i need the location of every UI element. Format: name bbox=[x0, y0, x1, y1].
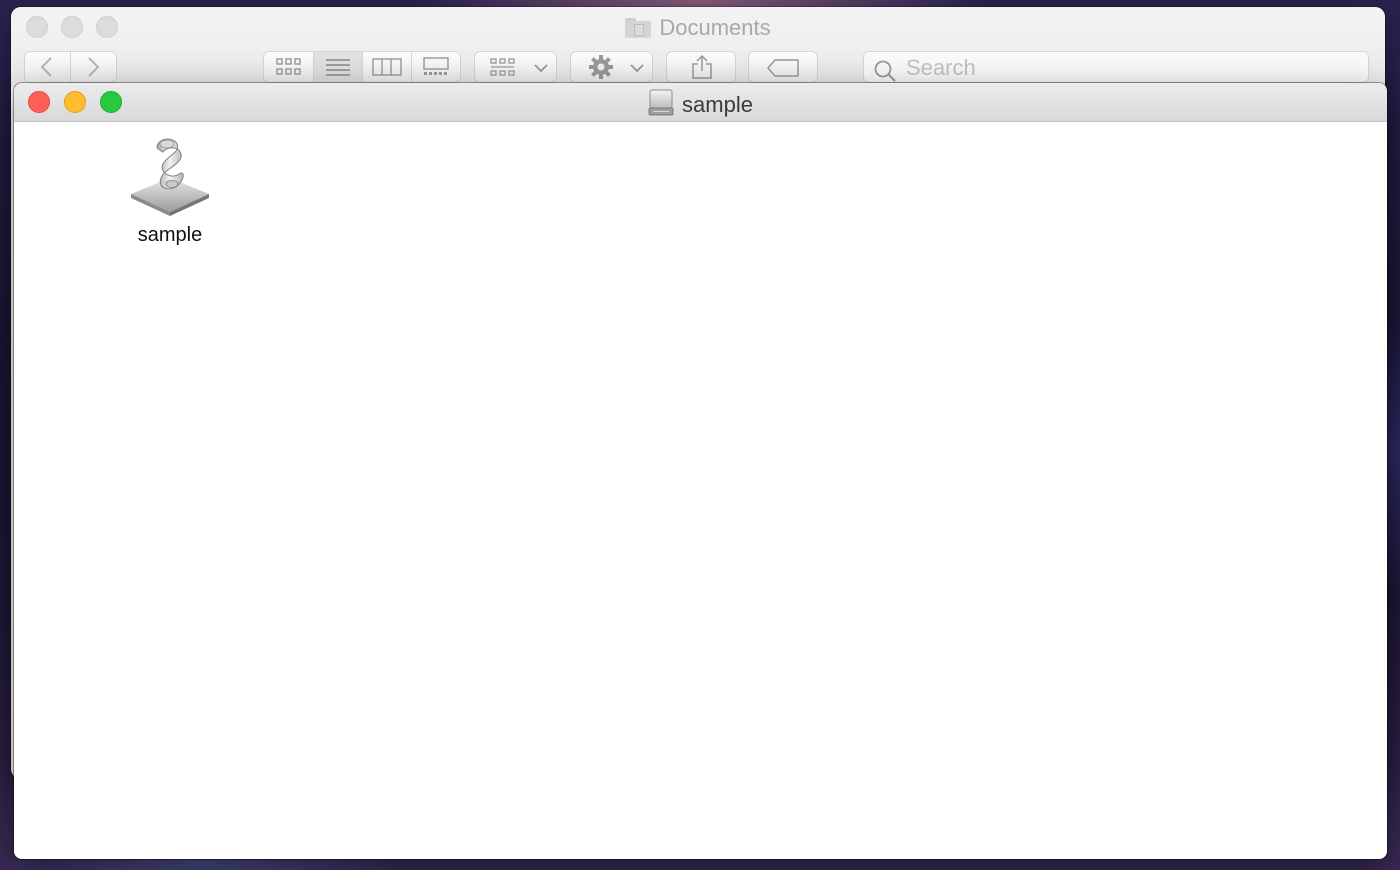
documents-title-text: Documents bbox=[659, 15, 771, 40]
list-view-button[interactable] bbox=[314, 52, 363, 82]
chevron-down-icon bbox=[534, 64, 548, 73]
gear-icon bbox=[589, 55, 613, 79]
search-field[interactable] bbox=[863, 51, 1369, 83]
chevron-down-icon bbox=[630, 64, 644, 73]
file-item[interactable]: sample bbox=[120, 134, 220, 247]
icon-view-button[interactable] bbox=[264, 52, 314, 82]
documents-titlebar: Documents bbox=[11, 7, 1385, 87]
list-lines-icon bbox=[326, 59, 350, 76]
column-view-button[interactable] bbox=[363, 52, 412, 82]
back-forward-buttons bbox=[24, 51, 117, 83]
columns-icon bbox=[372, 58, 402, 76]
search-input[interactable] bbox=[904, 55, 1348, 81]
forward-button[interactable] bbox=[71, 52, 116, 82]
sample-title: sample bbox=[14, 89, 1387, 118]
folder-icon bbox=[625, 18, 652, 38]
file-item-label: sample bbox=[137, 224, 203, 246]
group-grid-icon bbox=[490, 58, 515, 76]
disk-image-icon bbox=[648, 89, 674, 116]
chevron-left-icon bbox=[40, 57, 52, 77]
sample-titlebar[interactable]: sample bbox=[14, 83, 1387, 122]
documents-title: Documents bbox=[11, 15, 1385, 41]
file-browser-content[interactable]: sample bbox=[14, 122, 1387, 859]
share-icon bbox=[692, 54, 712, 79]
gallery-view-button[interactable] bbox=[412, 52, 460, 82]
script-scroll-icon bbox=[131, 138, 209, 216]
action-button[interactable] bbox=[570, 51, 653, 83]
tag-icon bbox=[767, 59, 799, 77]
icon-grid-icon bbox=[276, 58, 301, 75]
share-button[interactable] bbox=[666, 51, 736, 83]
gallery-icon bbox=[423, 57, 449, 75]
chevron-right-icon bbox=[88, 57, 100, 77]
back-button[interactable] bbox=[25, 52, 71, 82]
tags-button[interactable] bbox=[748, 51, 818, 83]
search-icon bbox=[874, 60, 896, 82]
group-by-button[interactable] bbox=[474, 51, 557, 83]
sample-window[interactable]: sample sample bbox=[14, 83, 1387, 859]
view-mode-control bbox=[263, 51, 461, 83]
sample-title-text: sample bbox=[682, 92, 753, 117]
